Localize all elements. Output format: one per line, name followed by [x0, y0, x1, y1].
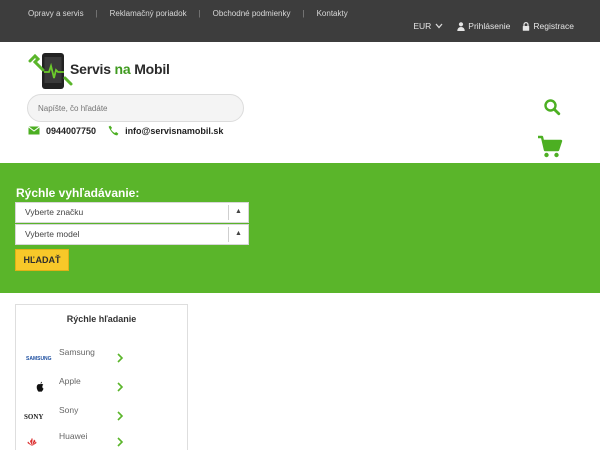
envelope-icon	[28, 126, 40, 135]
brand-name: Sony	[59, 405, 79, 415]
brand-select[interactable]: Vyberte značku ▲	[15, 202, 249, 223]
user-icon	[457, 21, 465, 31]
sidebar-item-sony[interactable]: SONY Sony	[16, 405, 187, 431]
account-bar: EUR Prihlásenie Registrace	[413, 21, 574, 31]
top-nav: Opravy a servis | Reklamačný poriadok | …	[28, 9, 348, 18]
nav-separator: |	[198, 9, 201, 18]
register-link[interactable]: Registrace	[522, 21, 574, 31]
svg-text:SONY: SONY	[24, 413, 43, 421]
nav-link-contacts[interactable]: Kontakty	[317, 9, 348, 18]
nav-link-terms[interactable]: Obchodné podmienky	[213, 9, 291, 18]
sidebar-item-samsung[interactable]: SAMSUNG Samsung	[16, 347, 187, 373]
model-select-value: Vyberte model	[25, 229, 80, 239]
nav-separator: |	[95, 9, 98, 18]
quick-search-button[interactable]: HĽADAŤ	[15, 249, 69, 271]
model-select[interactable]: Vyberte model ▲	[15, 224, 249, 245]
email-address: info@servisnamobil.sk	[125, 125, 224, 136]
nav-link-repairs[interactable]: Opravy a servis	[28, 9, 84, 18]
brand-name: Samsung	[59, 347, 95, 357]
nav-link-complaints[interactable]: Reklamačný poriadok	[110, 9, 187, 18]
chevron-right-icon	[117, 382, 124, 392]
lock-icon	[523, 21, 530, 31]
chevron-right-icon	[117, 411, 124, 421]
logo-word-na: na	[114, 61, 131, 77]
phone-icon	[108, 125, 119, 136]
search-input[interactable]	[27, 94, 244, 122]
apple-logo-icon	[36, 381, 44, 392]
brand-name: Huawei	[59, 431, 88, 441]
logo-word-servis: Servis	[70, 61, 111, 77]
quick-find-sidebar: Rýchle hľadanie SAMSUNG Samsung Apple SO…	[15, 304, 188, 450]
login-link[interactable]: Prihlásenie	[457, 21, 510, 31]
email-contact[interactable]: info@servisnamobil.sk	[108, 125, 223, 136]
chevron-right-icon	[117, 353, 124, 363]
search-icon[interactable]	[543, 98, 561, 116]
sidebar-item-huawei[interactable]: Huawei	[16, 431, 187, 450]
chevron-right-icon	[117, 437, 124, 447]
brand-select-value: Vyberte značku	[25, 207, 84, 217]
login-label: Prihlásenie	[468, 21, 511, 31]
contact-info: 0944007750 info@servisnamobil.sk	[28, 125, 223, 136]
site-logo-text[interactable]: Servis na Mobil	[70, 61, 170, 77]
select-arrow-icon: ▲	[228, 227, 248, 242]
register-label: Registrace	[533, 21, 574, 31]
chevron-down-icon	[435, 23, 443, 29]
brand-name: Apple	[59, 376, 81, 386]
huawei-logo-icon	[27, 438, 37, 446]
sony-logo-icon: SONY	[24, 413, 43, 421]
currency-label: EUR	[413, 21, 432, 31]
select-arrow-icon: ▲	[228, 205, 248, 220]
nav-separator: |	[302, 9, 305, 18]
logo-word-mobil: Mobil	[134, 61, 170, 77]
svg-text:SAMSUNG: SAMSUNG	[26, 356, 52, 362]
phone-number: 0944007750	[46, 125, 97, 136]
sidebar-item-apple[interactable]: Apple	[16, 376, 187, 402]
sidebar-title: Rýchle hľadanie	[66, 314, 137, 324]
quick-search-title: Rýchle vyhľadávanie:	[16, 186, 140, 200]
currency-selector[interactable]: EUR	[413, 21, 443, 31]
cart-icon[interactable]	[537, 135, 563, 159]
phone-contact[interactable]: 0944007750	[28, 126, 96, 136]
quick-search-panel: Rýchle vyhľadávanie: Vyberte značku ▲ Vy…	[0, 163, 600, 293]
samsung-logo-icon: SAMSUNG	[26, 356, 52, 362]
top-bar: Opravy a servis | Reklamačný poriadok | …	[0, 0, 600, 42]
